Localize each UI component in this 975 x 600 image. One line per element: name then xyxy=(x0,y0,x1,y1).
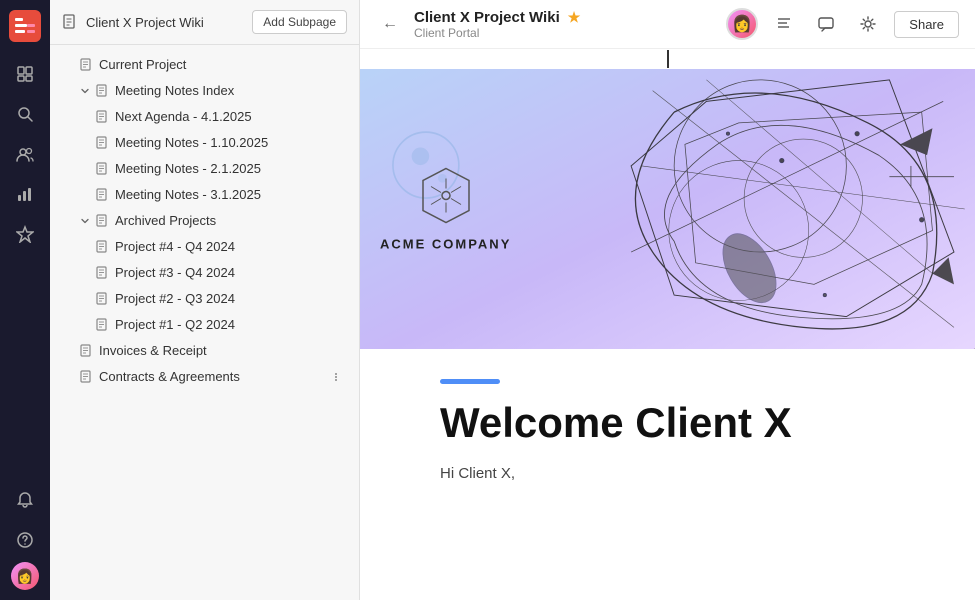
sidebar-title-area: Client X Project Wiki xyxy=(62,14,204,30)
welcome-text: Hi Client X, xyxy=(440,462,895,486)
sidebar-header: Client X Project Wiki Add Subpage xyxy=(50,0,359,45)
contracts-label: Contracts & Agreements xyxy=(99,369,240,384)
sidebar-item-meeting-notes-index[interactable]: Meeting Notes Index xyxy=(56,78,353,103)
sidebar-item-meeting-notes-1[interactable]: Meeting Notes - 1.10.2025 xyxy=(56,130,353,155)
doc-icon xyxy=(80,370,93,383)
invoices-label: Invoices & Receipt xyxy=(99,343,207,358)
chevron-down-icon xyxy=(80,86,90,96)
main-content: ← Client X Project Wiki ★ Client Portal … xyxy=(360,0,975,600)
people-nav-icon[interactable] xyxy=(7,136,43,172)
sidebar-item-next-agenda[interactable]: Next Agenda - 4.1.2025 xyxy=(56,104,353,129)
share-button[interactable]: Share xyxy=(894,11,959,38)
project-2-label: Project #2 - Q3 2024 xyxy=(115,291,235,306)
doc-icon xyxy=(96,136,109,149)
doc-icon xyxy=(96,188,109,201)
meeting-notes-1-label: Meeting Notes - 1.10.2025 xyxy=(115,135,268,150)
sidebar-item-project-3[interactable]: Project #3 - Q4 2024 xyxy=(56,260,353,285)
hero-banner: ACME COMPANY xyxy=(360,69,975,349)
search-nav-icon[interactable] xyxy=(7,96,43,132)
back-button[interactable]: ← xyxy=(376,10,404,38)
meeting-notes-2-label: Meeting Notes - 2.1.2025 xyxy=(115,161,261,176)
app-logo[interactable] xyxy=(9,10,41,42)
chevron-down-icon-2 xyxy=(80,216,90,226)
doc-icon xyxy=(96,240,109,253)
settings-button[interactable] xyxy=(852,8,884,40)
sidebar-item-meeting-notes-3[interactable]: Meeting Notes - 3.1.2025 xyxy=(56,182,353,207)
icon-bar: 👩 xyxy=(0,0,50,600)
hexagon-icon xyxy=(421,167,471,225)
doc-icon xyxy=(80,58,93,71)
sidebar-item-project-4[interactable]: Project #4 - Q4 2024 xyxy=(56,234,353,259)
page-title-header: Client X Project Wiki ★ xyxy=(414,9,580,26)
more-icon xyxy=(331,372,341,382)
project-4-label: Project #4 - Q4 2024 xyxy=(115,239,235,254)
hero-artwork xyxy=(545,69,975,349)
star-nav-icon[interactable] xyxy=(7,216,43,252)
sidebar-item-invoices[interactable]: Invoices & Receipt xyxy=(56,338,353,363)
help-nav-icon[interactable] xyxy=(7,522,43,558)
pages-nav-icon[interactable] xyxy=(7,56,43,92)
user-avatar-bottom[interactable]: 👩 xyxy=(11,562,39,590)
sidebar-item-project-1[interactable]: Project #1 - Q2 2024 xyxy=(56,312,353,337)
sidebar-item-project-2[interactable]: Project #2 - Q3 2024 xyxy=(56,286,353,311)
sidebar-item-contracts[interactable]: Contracts & Agreements xyxy=(56,364,353,389)
project-1-label: Project #1 - Q2 2024 xyxy=(115,317,235,332)
top-bar: ← Client X Project Wiki ★ Client Portal … xyxy=(360,0,975,49)
doc-icon xyxy=(80,344,93,357)
archived-projects-label: Archived Projects xyxy=(115,213,216,228)
sidebar-item-current-project[interactable]: Current Project xyxy=(56,52,353,77)
user-avatar-topbar[interactable]: 👩 xyxy=(726,8,758,40)
current-project-label: Current Project xyxy=(99,57,186,72)
doc-icon xyxy=(96,214,109,227)
sidebar-doc-icon xyxy=(62,14,78,30)
next-agenda-label: Next Agenda - 4.1.2025 xyxy=(115,109,252,124)
sidebar-nav: Current Project Meeting Notes Index xyxy=(50,45,359,600)
accent-bar xyxy=(440,379,500,384)
company-name: ACME COMPANY xyxy=(380,237,511,252)
page-title: Client X Project Wiki xyxy=(414,9,560,26)
content-body: Welcome Client X Hi Client X, xyxy=(360,349,975,526)
project-3-label: Project #3 - Q4 2024 xyxy=(115,265,235,280)
doc-icon xyxy=(96,162,109,175)
welcome-title: Welcome Client X xyxy=(440,400,895,446)
doc-icon xyxy=(96,266,109,279)
sidebar-item-archived-projects[interactable]: Archived Projects xyxy=(56,208,353,233)
favorite-star-icon[interactable]: ★ xyxy=(568,9,581,26)
doc-icon xyxy=(96,110,109,123)
meeting-notes-3-label: Meeting Notes - 3.1.2025 xyxy=(115,187,261,202)
outline-view-button[interactable] xyxy=(768,8,800,40)
sidebar-wiki-title: Client X Project Wiki xyxy=(86,15,204,30)
sidebar-item-meeting-notes-2[interactable]: Meeting Notes - 2.1.2025 xyxy=(56,156,353,181)
add-subpage-button[interactable]: Add Subpage xyxy=(252,10,347,34)
meeting-notes-index-label: Meeting Notes Index xyxy=(115,83,234,98)
breadcrumb-area: Client X Project Wiki ★ Client Portal xyxy=(414,9,580,40)
top-bar-right: 👩 Share xyxy=(726,8,959,40)
doc-icon xyxy=(96,84,109,97)
top-bar-left: ← Client X Project Wiki ★ Client Portal xyxy=(376,9,580,40)
bell-nav-icon[interactable] xyxy=(7,482,43,518)
breadcrumb: Client Portal xyxy=(414,26,580,40)
text-cursor xyxy=(667,50,669,68)
chart-nav-icon[interactable] xyxy=(7,176,43,212)
comments-button[interactable] xyxy=(810,8,842,40)
document-area[interactable]: ACME COMPANY xyxy=(360,49,975,600)
sidebar: Client X Project Wiki Add Subpage Curren… xyxy=(50,0,360,600)
doc-icon xyxy=(96,292,109,305)
doc-icon xyxy=(96,318,109,331)
